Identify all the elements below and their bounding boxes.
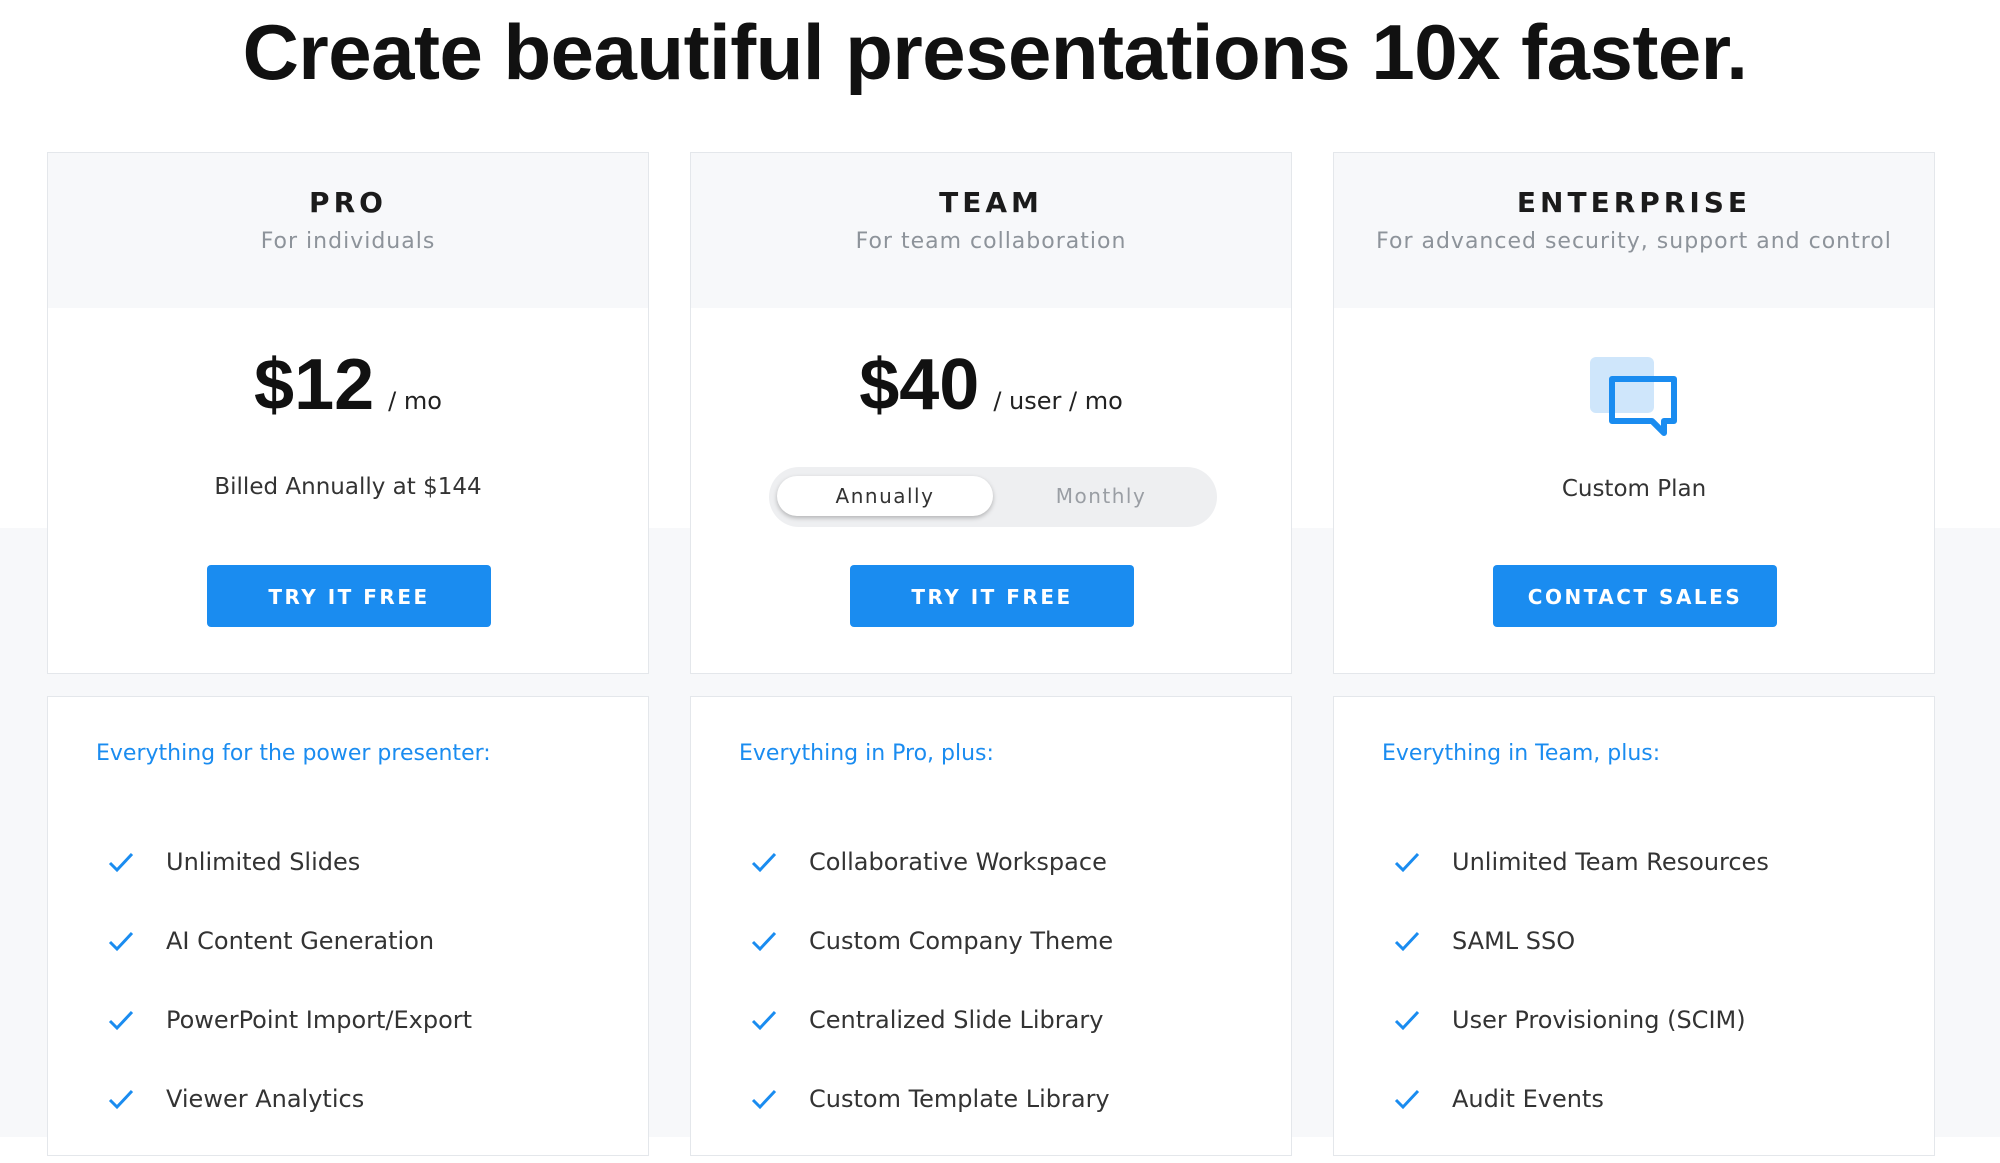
checkmark-icon <box>108 931 134 952</box>
feature-item: Unlimited Slides <box>108 847 472 926</box>
plan-header-enterprise: ENTERPRISE For advanced security, suppor… <box>1334 153 1934 308</box>
checkmark-icon <box>751 1089 777 1110</box>
price-row: $40 / user / mo <box>691 345 1291 425</box>
plan-card-enterprise: ENTERPRISE For advanced security, suppor… <box>1333 152 1935 674</box>
price-period: / mo <box>388 387 442 415</box>
feature-text: PowerPoint Import/Export <box>166 1006 473 1034</box>
plan-subtitle: For advanced security, support and contr… <box>1376 229 1892 254</box>
plan-subtitle: For team collaboration <box>855 229 1127 254</box>
plan-price: $12 <box>254 345 375 425</box>
price-period: / user / mo <box>993 387 1123 415</box>
feature-item: Centralized Slide Library <box>751 1005 1113 1084</box>
checkmark-icon <box>751 852 777 873</box>
feature-item: Unlimited Team Resources <box>1394 847 1769 926</box>
price-row: $12 / mo <box>48 345 648 425</box>
toggle-option-annually[interactable]: Annually <box>777 476 993 516</box>
billing-period-toggle[interactable]: Annually Monthly <box>769 467 1217 527</box>
feature-item: User Provisioning (SCIM) <box>1394 1005 1769 1084</box>
features-title: Everything in Team, plus: <box>1382 741 1661 766</box>
checkmark-icon <box>1394 931 1420 952</box>
feature-item: Custom Template Library <box>751 1084 1113 1163</box>
feature-text: Custom Template Library <box>809 1085 1110 1113</box>
plan-header-team: TEAM For team collaboration <box>691 153 1291 308</box>
feature-text: Collaborative Workspace <box>809 848 1107 876</box>
feature-list: Unlimited Team Resources SAML SSO User P… <box>1394 847 1769 1163</box>
feature-text: Centralized Slide Library <box>809 1006 1104 1034</box>
features-title: Everything for the power presenter: <box>96 741 491 766</box>
try-it-free-button-team[interactable]: TRY IT FREE <box>850 565 1134 627</box>
feature-list: Collaborative Workspace Custom Company T… <box>751 847 1113 1163</box>
plan-name: PRO <box>309 186 387 219</box>
features-card-pro: Everything for the power presenter: Unli… <box>47 696 649 1156</box>
feature-item: Custom Company Theme <box>751 926 1113 1005</box>
billing-note: Billed Annually at $144 <box>214 474 482 500</box>
feature-item: Collaborative Workspace <box>751 847 1113 926</box>
plan-card-pro: PRO For individuals $12 / mo Billed Annua… <box>47 152 649 674</box>
plan-card-team: TEAM For team collaboration $40 / user / … <box>690 152 1292 674</box>
checkmark-icon <box>1394 852 1420 873</box>
feature-text: Audit Events <box>1452 1085 1604 1113</box>
plan-name: TEAM <box>939 186 1043 219</box>
checkmark-icon <box>108 1089 134 1110</box>
feature-text: Unlimited Team Resources <box>1452 848 1769 876</box>
feature-item: AI Content Generation <box>108 926 472 1005</box>
feature-text: Viewer Analytics <box>166 1085 365 1113</box>
features-card-enterprise: Everything in Team, plus: Unlimited Team… <box>1333 696 1935 1156</box>
feature-text: SAML SSO <box>1452 927 1576 955</box>
page-headline: Create beautiful presentations 10x faste… <box>242 8 1748 96</box>
feature-text: AI Content Generation <box>166 927 435 955</box>
plan-name: ENTERPRISE <box>1516 186 1752 219</box>
checkmark-icon <box>751 931 777 952</box>
feature-item: Viewer Analytics <box>108 1084 472 1163</box>
checkmark-icon <box>108 1010 134 1031</box>
checkmark-icon <box>1394 1010 1420 1031</box>
try-it-free-button-pro[interactable]: TRY IT FREE <box>207 565 491 627</box>
feature-item: PowerPoint Import/Export <box>108 1005 472 1084</box>
toggle-option-monthly[interactable]: Monthly <box>993 476 1209 516</box>
checkmark-icon <box>751 1010 777 1031</box>
feature-text: User Provisioning (SCIM) <box>1452 1006 1746 1034</box>
features-title: Everything in Pro, plus: <box>739 741 994 766</box>
checkmark-icon <box>108 852 134 873</box>
feature-text: Unlimited Slides <box>166 848 361 876</box>
contact-sales-button[interactable]: CONTACT SALES <box>1493 565 1777 627</box>
features-card-team: Everything in Pro, plus: Collaborative W… <box>690 696 1292 1156</box>
feature-text: Custom Company Theme <box>809 927 1114 955</box>
feature-list: Unlimited Slides AI Content Generation P… <box>108 847 472 1163</box>
feature-item: SAML SSO <box>1394 926 1769 1005</box>
checkmark-icon <box>1394 1089 1420 1110</box>
plan-price: $40 <box>859 345 980 425</box>
plan-header-pro: PRO For individuals <box>48 153 648 308</box>
chat-bubble-icon <box>1590 357 1677 436</box>
custom-plan-label: Custom Plan <box>1561 476 1707 502</box>
feature-item: Audit Events <box>1394 1084 1769 1163</box>
plan-subtitle: For individuals <box>260 229 436 254</box>
